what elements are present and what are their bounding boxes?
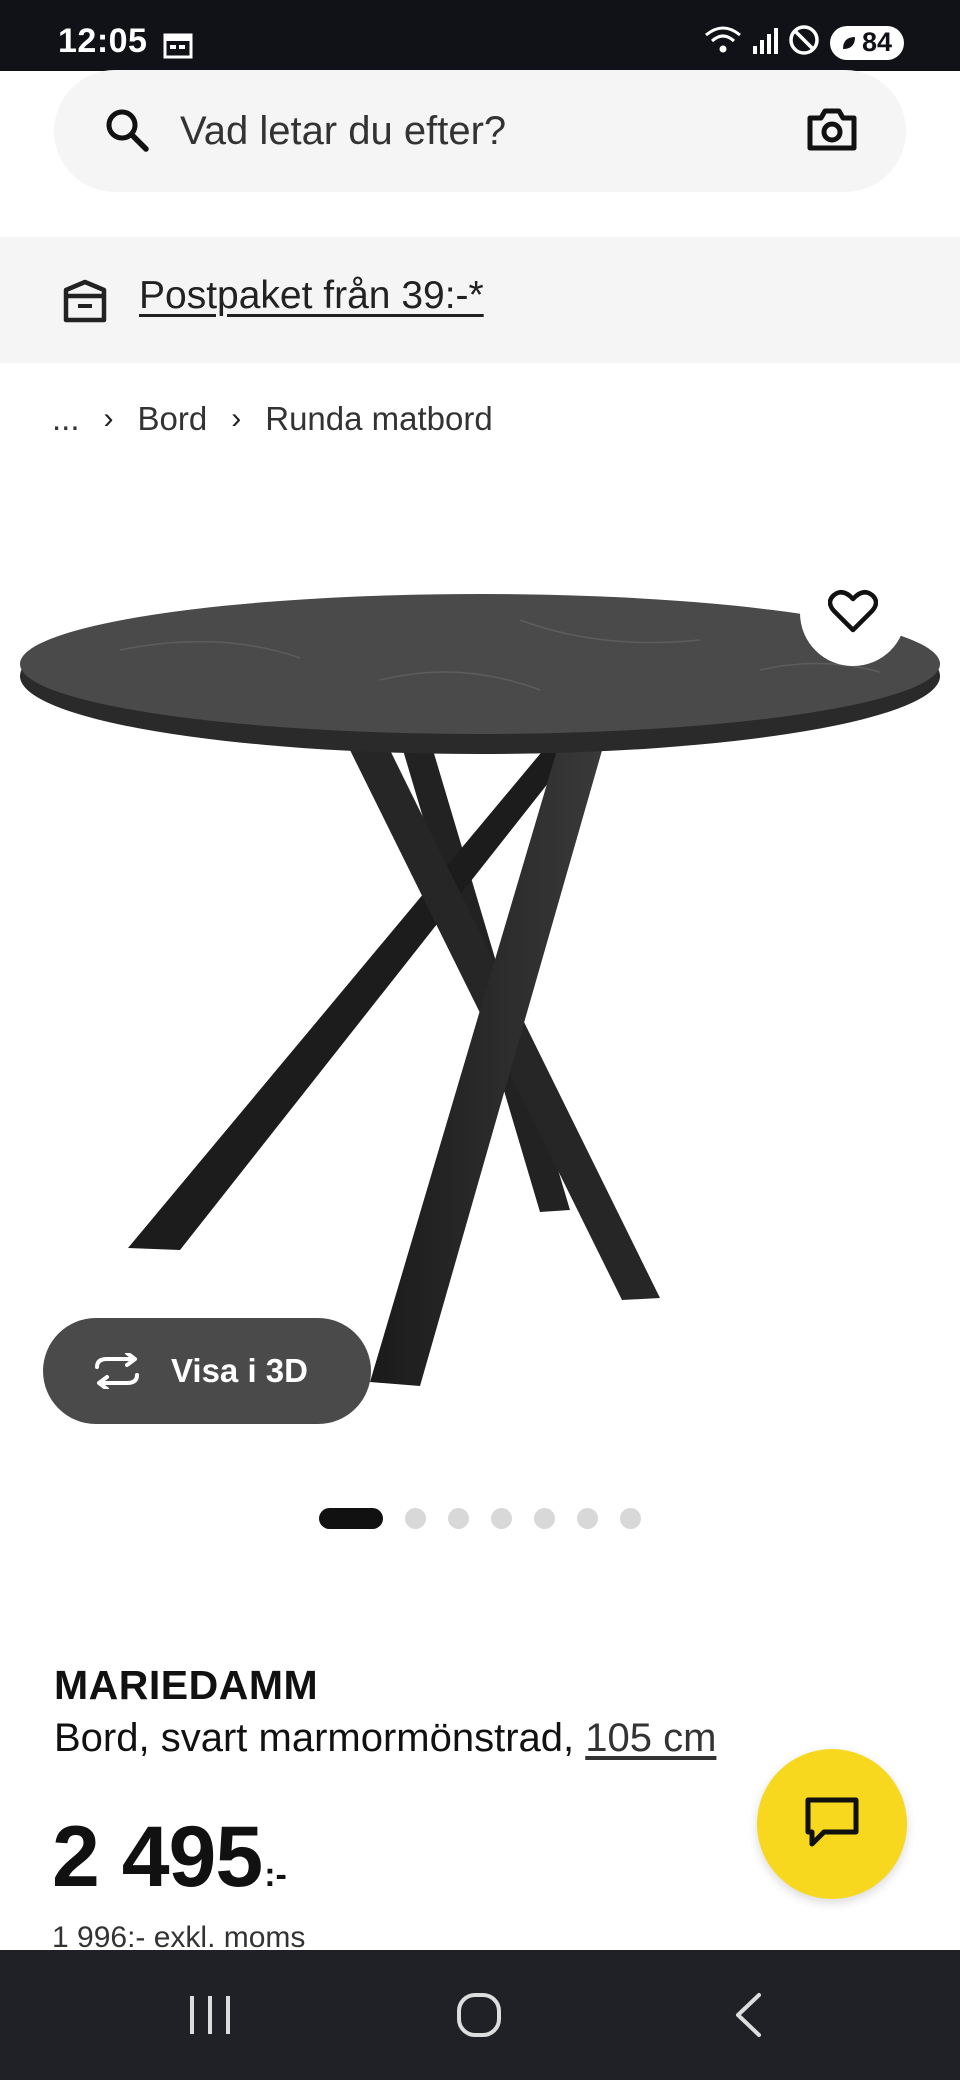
heart-icon	[827, 589, 879, 638]
product-name: MARIEDAMM	[54, 1662, 319, 1708]
recent-apps-button[interactable]	[150, 1950, 270, 2080]
carousel-dot[interactable]	[534, 1508, 555, 1529]
carousel-dot[interactable]	[319, 1508, 383, 1529]
breadcrumb: ... › Bord › Runda matbord	[52, 400, 493, 438]
signal-icon	[752, 26, 778, 59]
chevron-right-icon: ›	[103, 402, 114, 435]
camera-search-icon[interactable]	[806, 106, 858, 157]
parcel-icon	[62, 278, 108, 329]
chat-icon	[804, 1796, 860, 1853]
back-icon	[736, 1993, 761, 2037]
product-description-text: Bord, svart marmormönstrad,	[54, 1716, 586, 1760]
status-time: 12:05	[58, 22, 148, 60]
favorite-button[interactable]	[800, 560, 906, 666]
search-icon[interactable]	[104, 107, 150, 158]
battery-icon: 84	[829, 25, 904, 60]
do-not-disturb-icon	[788, 24, 820, 61]
product-price: 2 495 :-	[52, 1808, 287, 1907]
home-button[interactable]	[419, 1950, 539, 2080]
wifi-icon	[704, 25, 742, 60]
carousel-dot[interactable]	[577, 1508, 598, 1529]
breadcrumb-item[interactable]: Runda matbord	[265, 400, 492, 438]
calendar-icon	[163, 33, 193, 64]
carousel-dot[interactable]	[448, 1508, 469, 1529]
search-input[interactable]	[180, 96, 780, 166]
status-icons: 84	[704, 24, 904, 61]
carousel-dot[interactable]	[620, 1508, 641, 1529]
battery-level: 84	[861, 27, 892, 57]
breadcrumb-ellipsis[interactable]: ...	[52, 400, 80, 438]
home-icon	[457, 1993, 501, 2037]
recent-apps-icon	[190, 1996, 230, 2034]
carousel-indicator	[319, 1508, 641, 1529]
rotate-3d-icon	[95, 1353, 139, 1389]
size-link[interactable]: 105 cm	[585, 1716, 716, 1760]
price-suffix: :-	[264, 1856, 287, 1894]
price-value: 2 495	[52, 1809, 263, 1905]
back-button[interactable]	[688, 1950, 808, 2080]
promo-link[interactable]: Postpaket från 39:-*	[139, 274, 484, 318]
chevron-right-icon: ›	[231, 402, 242, 435]
breadcrumb-item[interactable]: Bord	[138, 400, 208, 438]
carousel-dot[interactable]	[405, 1508, 426, 1529]
carousel-dot[interactable]	[491, 1508, 512, 1529]
view-3d-label: Visa i 3D	[171, 1352, 308, 1389]
product-image[interactable]	[0, 560, 960, 1420]
view-3d-button[interactable]: Visa i 3D	[43, 1318, 371, 1424]
product-description: Bord, svart marmormönstrad, 105 cm	[54, 1716, 716, 1761]
chat-button[interactable]	[757, 1749, 907, 1899]
